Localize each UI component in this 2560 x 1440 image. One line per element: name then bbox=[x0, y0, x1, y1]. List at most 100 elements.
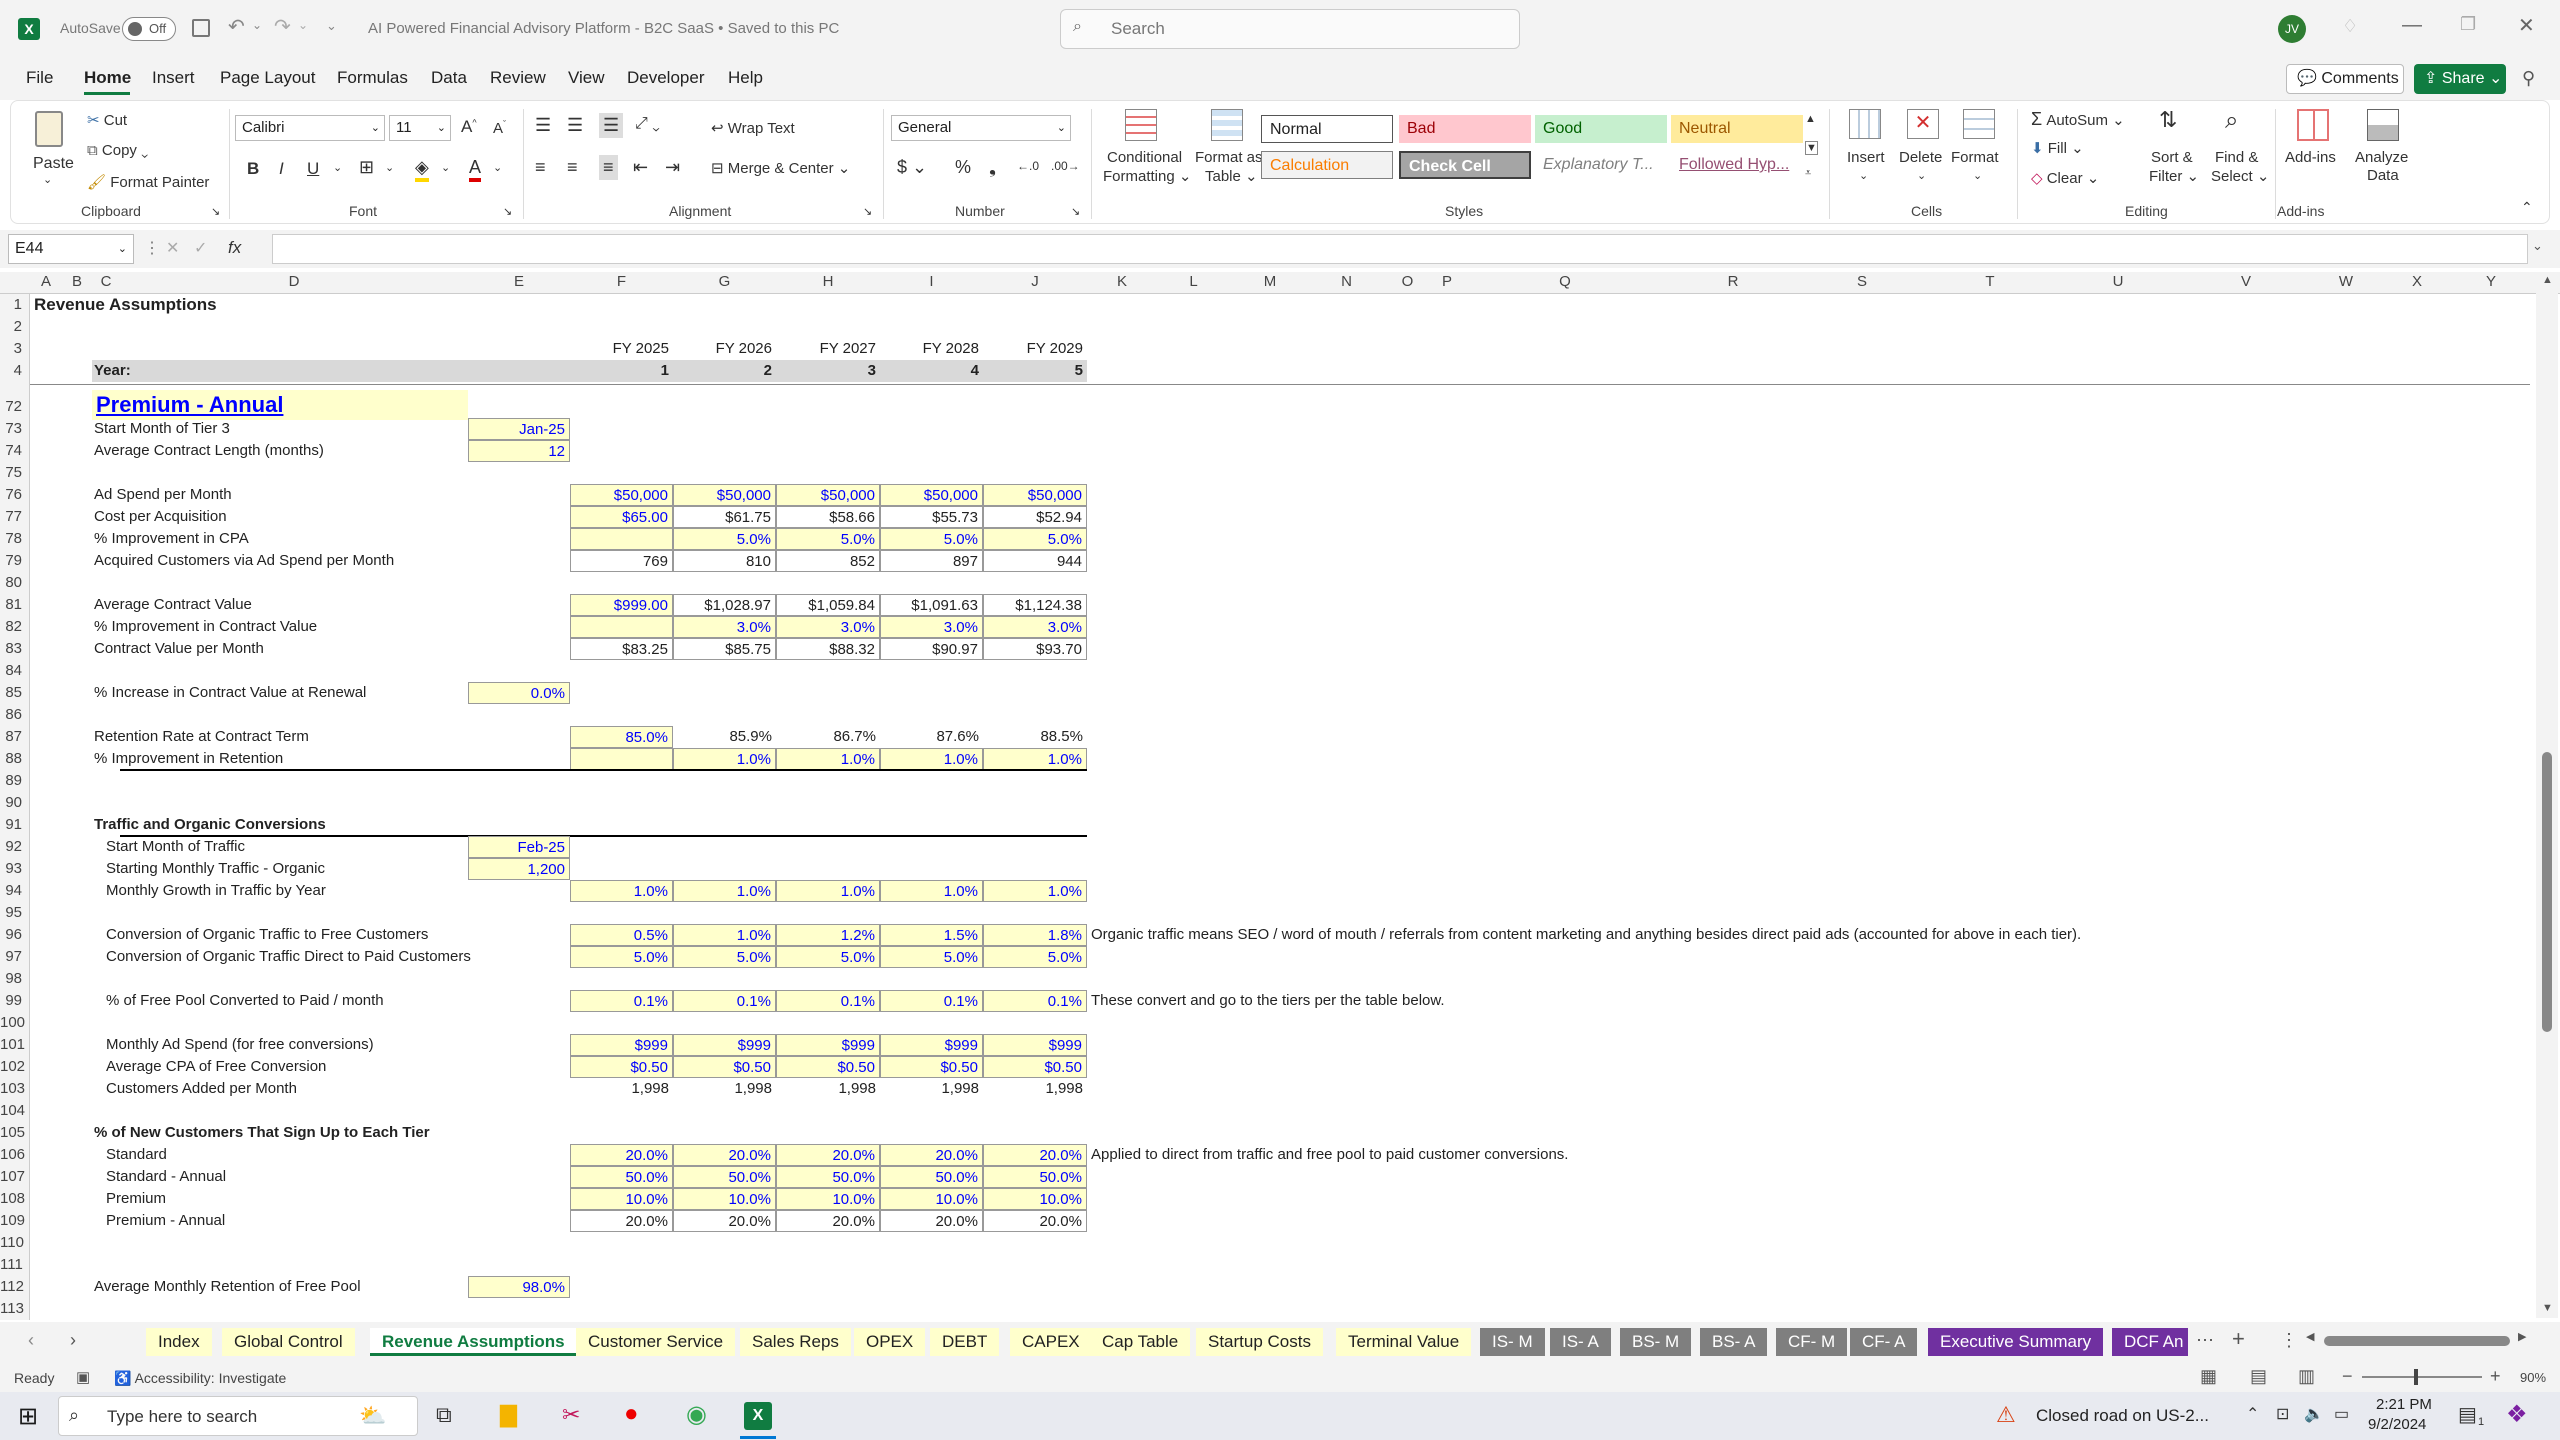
column-header-r[interactable]: R bbox=[1668, 272, 1798, 292]
font-color-dropdown-icon[interactable]: ⌄ bbox=[493, 161, 502, 174]
chrome-icon[interactable]: ◉ bbox=[686, 1400, 707, 1429]
input-cell[interactable]: 5.0% bbox=[880, 528, 983, 550]
file-explorer-icon[interactable]: ▇ bbox=[500, 1402, 517, 1428]
orientation-icon[interactable]: ⤢ ⌄ bbox=[635, 115, 660, 133]
value-cell[interactable]: 88.5% bbox=[983, 726, 1087, 748]
column-header-y[interactable]: Y bbox=[2452, 272, 2530, 292]
row-label[interactable]: Premium bbox=[104, 1188, 166, 1210]
row-header[interactable]: 82 bbox=[0, 616, 26, 638]
expand-formula-icon[interactable]: ⌄ bbox=[2532, 238, 2543, 254]
input-cell[interactable]: $999 bbox=[776, 1034, 880, 1056]
borders-dropdown-icon[interactable]: ⌄ bbox=[385, 161, 394, 174]
autosum-button[interactable]: Σ AutoSum ⌄ bbox=[2031, 109, 2125, 130]
input-cell[interactable]: 10.0% bbox=[776, 1188, 880, 1210]
row-header[interactable]: 110 bbox=[0, 1232, 26, 1254]
value-cell[interactable]: 20.0% bbox=[983, 1210, 1087, 1232]
excel-taskbar-icon[interactable]: X bbox=[744, 1402, 772, 1430]
tab-revenue-assumptions[interactable]: Revenue Assumptions bbox=[370, 1328, 577, 1356]
tray-chevron-icon[interactable]: ⌃ bbox=[2246, 1404, 2259, 1424]
value-cell[interactable]: 1,998 bbox=[673, 1078, 776, 1100]
column-header-m[interactable]: M bbox=[1230, 272, 1310, 292]
find-select-button[interactable]: ⌕ Find & Select ⌄ bbox=[2209, 107, 2271, 197]
clock-time[interactable]: 2:21 PM bbox=[2376, 1396, 2432, 1413]
insert-function-icon[interactable]: fx bbox=[228, 238, 241, 258]
menu-home[interactable]: Home bbox=[84, 68, 131, 88]
clear-button[interactable]: ◇ Clear ⌄ bbox=[2031, 169, 2099, 187]
value-cell[interactable]: $61.75 bbox=[673, 506, 776, 528]
cancel-icon[interactable]: ✕ bbox=[166, 238, 179, 258]
styles-more-icon[interactable]: ⩡ bbox=[1805, 167, 1811, 180]
taskbar-search[interactable]: ⌕ Type here to search ⛅ bbox=[58, 1396, 418, 1436]
input-cell[interactable]: 3.0% bbox=[776, 616, 880, 638]
row-header[interactable]: 102 bbox=[0, 1056, 26, 1078]
input-cell[interactable]: 1.0% bbox=[880, 748, 983, 770]
tab-bs-a[interactable]: BS- A bbox=[1700, 1328, 1768, 1356]
value-cell[interactable]: 897 bbox=[880, 550, 983, 572]
input-cell[interactable]: 5.0% bbox=[880, 946, 983, 968]
more-tabs-icon[interactable]: ⋯ bbox=[2196, 1330, 2214, 1351]
style-calculation[interactable]: Calculation bbox=[1261, 151, 1393, 179]
menu-data[interactable]: Data bbox=[431, 68, 467, 88]
value-cell[interactable]: $65.00 bbox=[570, 506, 673, 528]
subsection-title[interactable]: % of New Customers That Sign Up to Each … bbox=[92, 1122, 430, 1144]
value-cell[interactable]: 852 bbox=[776, 550, 880, 572]
font-size-select[interactable]: 11 ⌄ bbox=[389, 115, 451, 141]
input-cell[interactable]: 0.1% bbox=[983, 990, 1087, 1012]
row-header[interactable]: 108 bbox=[0, 1188, 26, 1210]
lightbulb-icon[interactable]: ♢ bbox=[2342, 16, 2358, 37]
input-cell[interactable]: 1.0% bbox=[983, 880, 1087, 902]
row-header[interactable]: 111 bbox=[0, 1254, 26, 1276]
conditional-formatting-button[interactable]: Conditional Formatting ⌄ bbox=[1101, 107, 1191, 195]
vertical-scrollbar[interactable]: ▲ ▼ bbox=[2536, 272, 2558, 1318]
column-header-t[interactable]: T bbox=[1926, 272, 2054, 292]
row-header[interactable]: 107 bbox=[0, 1166, 26, 1188]
value-cell[interactable]: $1,059.84 bbox=[776, 594, 880, 616]
input-cell[interactable]: 20.0% bbox=[673, 1144, 776, 1166]
row-header[interactable]: 84 bbox=[0, 660, 26, 682]
row-header[interactable]: 72 bbox=[0, 396, 26, 418]
row-label[interactable]: Retention Rate at Contract Term bbox=[92, 726, 309, 748]
year-number[interactable]: 3 bbox=[776, 360, 880, 382]
delete-cells-button[interactable]: ✕ Delete ⌄ bbox=[1895, 107, 1949, 197]
value-cell[interactable]: $1,091.63 bbox=[880, 594, 983, 616]
year-header[interactable]: FY 2029 bbox=[983, 338, 1087, 360]
row-label[interactable]: Standard bbox=[104, 1144, 167, 1166]
tab-customer-service[interactable]: Customer Service bbox=[576, 1328, 736, 1356]
value-cell[interactable]: 20.0% bbox=[880, 1210, 983, 1232]
scroll-down-icon[interactable]: ▼ bbox=[2542, 1302, 2553, 1314]
input-cell[interactable]: 1,200 bbox=[468, 858, 570, 880]
column-header-v[interactable]: V bbox=[2182, 272, 2310, 292]
tab-cf-a[interactable]: CF- A bbox=[1850, 1328, 1918, 1356]
row-header[interactable]: 2 bbox=[0, 316, 26, 338]
opera-icon[interactable]: ● bbox=[624, 1400, 639, 1428]
tab-sales-reps[interactable]: Sales Reps bbox=[740, 1328, 851, 1356]
input-cell[interactable]: 50.0% bbox=[880, 1166, 983, 1188]
collapse-ribbon-icon[interactable]: ⌃ bbox=[2521, 199, 2533, 216]
input-cell[interactable]: 0.0% bbox=[468, 682, 570, 704]
input-cell[interactable]: 1.0% bbox=[570, 880, 673, 902]
style-followed-hyperlink[interactable]: Followed Hyp... bbox=[1671, 151, 1803, 179]
tab-is-m[interactable]: IS- M bbox=[1480, 1328, 1545, 1356]
font-name-select[interactable]: Calibri ⌄ bbox=[235, 115, 385, 141]
input-cell[interactable]: 5.0% bbox=[776, 946, 880, 968]
row-label[interactable]: Acquired Customers via Ad Spend per Mont… bbox=[92, 550, 394, 572]
page-break-view-icon[interactable]: ▥ bbox=[2298, 1366, 2315, 1387]
undo-dropdown-icon[interactable]: ⌄ bbox=[252, 18, 262, 32]
input-cell[interactable]: 1.0% bbox=[673, 924, 776, 946]
input-cell[interactable]: $50,000 bbox=[673, 484, 776, 506]
row-header[interactable]: 96 bbox=[0, 924, 26, 946]
row-header[interactable]: 93 bbox=[0, 858, 26, 880]
autosave-toggle[interactable]: Off bbox=[122, 17, 176, 41]
accounting-format-icon[interactable]: $ ⌄ bbox=[897, 157, 927, 178]
row-header[interactable]: 1 bbox=[0, 294, 26, 316]
input-cell[interactable]: 0.5% bbox=[570, 924, 673, 946]
row-header[interactable]: 89 bbox=[0, 770, 26, 792]
value-cell[interactable]: $1,028.97 bbox=[673, 594, 776, 616]
row-header[interactable]: 90 bbox=[0, 792, 26, 814]
column-header-f[interactable]: F bbox=[570, 272, 673, 292]
input-cell[interactable]: 5.0% bbox=[983, 946, 1087, 968]
input-cell[interactable]: 12 bbox=[468, 440, 570, 462]
hscroll-right-icon[interactable]: ▶ bbox=[2518, 1330, 2526, 1343]
menu-developer[interactable]: Developer bbox=[627, 68, 705, 88]
row-label[interactable]: Standard - Annual bbox=[104, 1166, 226, 1188]
